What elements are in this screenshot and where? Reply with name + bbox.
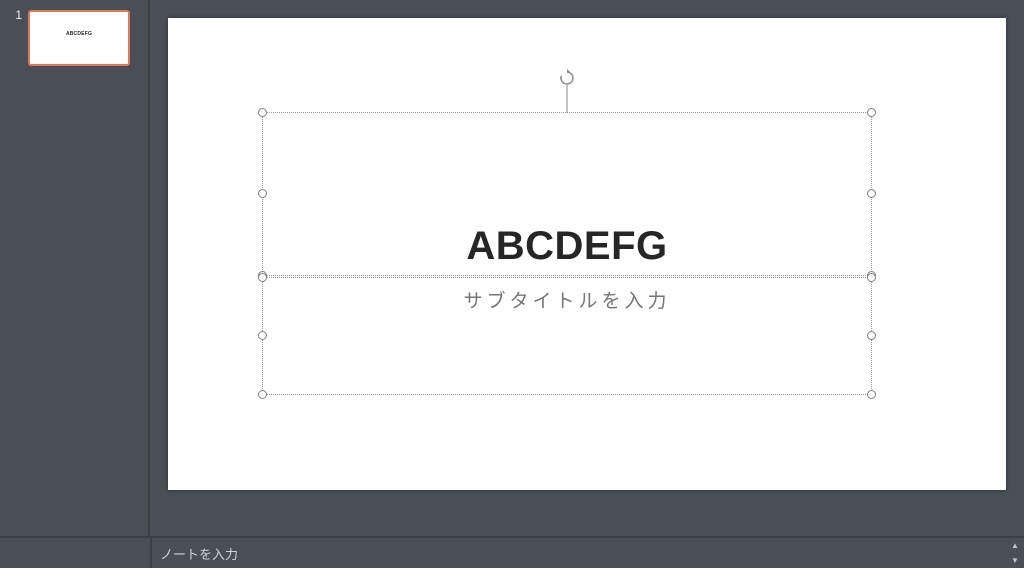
rotate-handle[interactable] — [558, 69, 576, 87]
notes-scrollbar: ▲ ▼ — [1006, 538, 1024, 568]
subtitle-text[interactable]: サブタイトルを入力 — [263, 286, 871, 313]
resize-handle-mr[interactable] — [867, 331, 876, 340]
slide-canvas-area: ABCDEFG サブタイトルを入力 — [150, 0, 1024, 536]
resize-handle-bl[interactable] — [258, 390, 267, 399]
notes-pane: ノートを入力 ▲ ▼ — [0, 536, 1024, 568]
resize-handle-tl[interactable] — [258, 273, 267, 282]
title-text[interactable]: ABCDEFG — [263, 224, 871, 269]
resize-handle-tr[interactable] — [867, 273, 876, 282]
title-textbox[interactable]: ABCDEFG — [262, 112, 872, 276]
resize-handle-br[interactable] — [867, 390, 876, 399]
resize-handle-tl[interactable] — [258, 108, 267, 117]
slide-thumbnail[interactable]: ABCDEFG — [28, 10, 130, 66]
resize-handle-mr[interactable] — [867, 189, 876, 198]
rotate-stem — [567, 85, 568, 113]
work-area: 1 ABCDEFG ABCDEFG — [0, 0, 1024, 536]
notes-gutter — [0, 538, 152, 568]
scroll-down-icon[interactable]: ▼ — [1006, 553, 1024, 568]
thumbnail-title: ABCDEFG — [66, 31, 92, 37]
subtitle-textbox[interactable]: サブタイトルを入力 — [262, 277, 872, 395]
resize-handle-ml[interactable] — [258, 189, 267, 198]
slide[interactable]: ABCDEFG サブタイトルを入力 — [168, 18, 1006, 490]
scroll-up-icon[interactable]: ▲ — [1006, 538, 1024, 553]
resize-handle-tr[interactable] — [867, 108, 876, 117]
notes-input[interactable]: ノートを入力 — [152, 544, 1006, 563]
resize-handle-ml[interactable] — [258, 331, 267, 340]
app-root: 1 ABCDEFG ABCDEFG — [0, 0, 1024, 568]
slide-thumbnail-panel: 1 ABCDEFG — [0, 0, 150, 536]
thumbnail-number: 1 — [8, 8, 22, 22]
thumbnail-row: 1 ABCDEFG — [8, 10, 140, 66]
